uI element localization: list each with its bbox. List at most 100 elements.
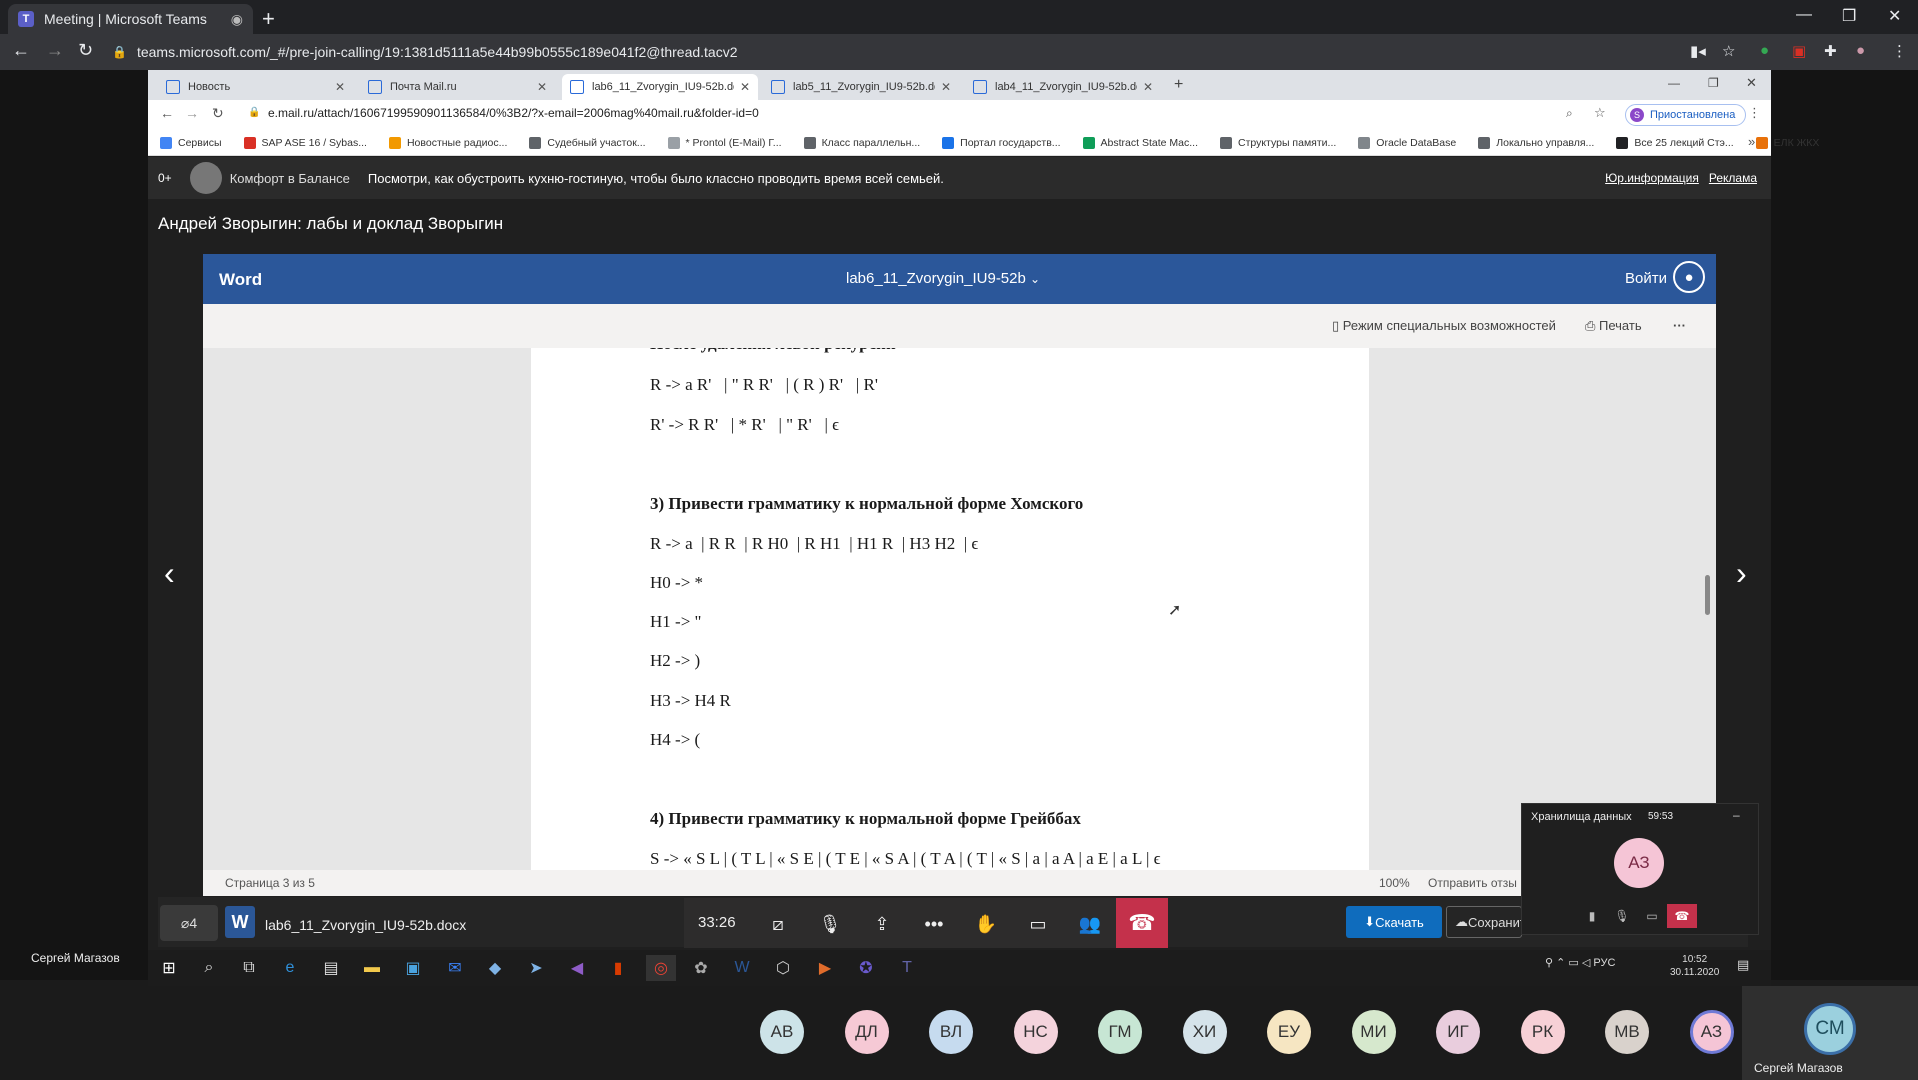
menu-icon[interactable]: ⋮ bbox=[1892, 42, 1907, 60]
app-icon[interactable]: ✿ bbox=[686, 955, 716, 981]
bookmark-item[interactable]: SAP ASE 16 / Sybas... bbox=[243, 136, 367, 149]
close-tab-icon[interactable]: ✕ bbox=[941, 80, 951, 94]
app-icon[interactable]: ⬡ bbox=[768, 955, 798, 981]
app-icon[interactable]: ▶ bbox=[810, 955, 840, 981]
bookmark-item[interactable]: Структуры памяти... bbox=[1219, 136, 1336, 149]
close-tab-icon[interactable]: ◉ bbox=[231, 11, 243, 28]
hang-up-button[interactable]: ☎ bbox=[1116, 898, 1168, 948]
close-window-button[interactable]: ✕ bbox=[1888, 6, 1901, 26]
ad-banner[interactable]: 0+ Комфорт в Балансе Посмотри, как обуст… bbox=[148, 157, 1771, 199]
inner-tab[interactable]: lab5_11_Zvorygin_IU9-52b.docx ✕ bbox=[763, 74, 959, 100]
inner-tab[interactable]: Почта Mail.ru ✕ bbox=[360, 74, 555, 100]
app-icon[interactable]: ✪ bbox=[851, 955, 881, 981]
more-actions-icon[interactable]: ••• bbox=[914, 908, 954, 940]
zoom-icon[interactable]: ⌕ bbox=[1566, 106, 1573, 121]
chat-icon[interactable]: ▭ bbox=[1018, 908, 1058, 940]
document-scrollbar[interactable] bbox=[1705, 575, 1710, 615]
inner-new-tab-button[interactable]: + bbox=[1174, 76, 1183, 94]
accessibility-mode-button[interactable]: ▯ Режим специальных возможностей bbox=[1332, 318, 1556, 334]
attachments-button[interactable]: ⌀ 4 bbox=[160, 905, 218, 941]
app-icon[interactable]: ◆ bbox=[480, 955, 510, 981]
app-icon[interactable]: ▣ bbox=[398, 955, 428, 981]
system-tray[interactable]: ⚲ ⌃ ▭ ◁ РУС bbox=[1545, 956, 1615, 969]
bookmark-item[interactable]: Все 25 лекций Стэ... bbox=[1616, 136, 1734, 149]
sign-in-button[interactable]: Войти bbox=[1625, 270, 1667, 287]
forward-icon[interactable]: → bbox=[46, 40, 64, 61]
new-tab-button[interactable]: + bbox=[262, 6, 275, 32]
office-icon[interactable]: ▮ bbox=[603, 955, 633, 981]
participant-avatar[interactable]: ГМ bbox=[1098, 1010, 1142, 1054]
close-tab-icon[interactable]: ✕ bbox=[1143, 80, 1153, 94]
send-feedback-link[interactable]: Отправить отзы bbox=[1428, 876, 1520, 890]
mini-minimize-button[interactable]: – bbox=[1733, 808, 1740, 822]
store-icon[interactable]: ▤ bbox=[316, 955, 346, 981]
inner-menu-icon[interactable]: ⋮ bbox=[1748, 105, 1761, 121]
bookmark-item[interactable]: Сервисы bbox=[160, 136, 222, 149]
reload-icon[interactable]: ↻ bbox=[78, 40, 93, 61]
mic-icon[interactable]: 🎙 bbox=[1607, 904, 1637, 928]
mic-off-icon[interactable]: 🎙 bbox=[810, 908, 850, 940]
share-screen-icon[interactable]: ▭ bbox=[1637, 904, 1667, 928]
prev-attachment-arrow-icon[interactable]: ‹ bbox=[164, 555, 175, 592]
windows-start-icon[interactable]: ⊞ bbox=[154, 955, 184, 981]
bookmark-item[interactable]: ЕЛК ЖКХ bbox=[1755, 136, 1819, 149]
profile-avatar[interactable]: ● bbox=[1856, 42, 1865, 59]
bookmark-item[interactable]: Портал государств... bbox=[942, 136, 1061, 149]
participant-avatar[interactable]: АВ bbox=[760, 1010, 804, 1054]
inner-restore-button[interactable]: ❐ bbox=[1708, 76, 1719, 90]
camera-icon[interactable]: ▮◂ bbox=[1690, 42, 1706, 60]
inner-star-icon[interactable]: ☆ bbox=[1594, 105, 1606, 121]
restore-window-button[interactable]: ❐ bbox=[1842, 6, 1856, 26]
back-icon[interactable]: ← bbox=[12, 40, 30, 61]
camera-off-icon[interactable]: ▮ bbox=[1577, 904, 1607, 928]
mail-icon[interactable]: ✉ bbox=[440, 955, 470, 981]
search-icon[interactable]: ⌕ bbox=[194, 955, 224, 981]
app-icon[interactable]: ➤ bbox=[521, 955, 551, 981]
more-bookmarks-button[interactable]: » bbox=[1748, 134, 1755, 149]
ad-link[interactable]: Реклама bbox=[1709, 171, 1757, 185]
next-attachment-arrow-icon[interactable]: › bbox=[1736, 555, 1747, 592]
word-icon[interactable]: W bbox=[727, 955, 757, 981]
inner-minimize-button[interactable]: — bbox=[1668, 76, 1680, 90]
profile-paused-badge[interactable]: S Приостановлена bbox=[1625, 104, 1747, 126]
inner-url-text[interactable]: e.mail.ru/attach/16067199590901136584/0%… bbox=[268, 106, 759, 120]
notifications-icon[interactable]: ▤ bbox=[1737, 957, 1749, 973]
participant-avatar[interactable]: НС bbox=[1013, 1010, 1058, 1054]
participant-avatar[interactable]: МВ bbox=[1605, 1010, 1649, 1054]
participant-avatar[interactable]: ДЛ bbox=[844, 1010, 889, 1054]
outer-tab-teams[interactable]: T Meeting | Microsoft Teams ◉ bbox=[8, 4, 253, 34]
participant-avatar[interactable]: МИ bbox=[1351, 1010, 1396, 1054]
raise-hand-icon[interactable]: ✋ bbox=[966, 908, 1006, 940]
task-view-icon[interactable]: ⧉ bbox=[234, 955, 264, 981]
word-file-title[interactable]: lab6_11_Zvorygin_IU9-52b ⌄ bbox=[846, 270, 1040, 287]
grammarly-icon[interactable]: ● bbox=[1760, 42, 1769, 59]
participant-avatar[interactable]: ВЛ bbox=[929, 1010, 973, 1054]
download-button[interactable]: ⬇ Скачать bbox=[1346, 906, 1442, 938]
bookmark-item[interactable]: Локально управля... bbox=[1478, 136, 1594, 149]
close-tab-icon[interactable]: ✕ bbox=[537, 80, 547, 94]
inner-tab[interactable]: Новость ✕ bbox=[158, 74, 353, 100]
pdf-extension-icon[interactable]: ▣ bbox=[1792, 42, 1806, 60]
bookmark-star-icon[interactable]: ☆ bbox=[1722, 42, 1735, 60]
teams-icon[interactable]: T bbox=[892, 955, 922, 981]
participant-avatar[interactable]: ИГ bbox=[1436, 1010, 1480, 1054]
inner-back-icon[interactable]: ← bbox=[160, 105, 174, 121]
bookmark-item[interactable]: * Prontol (E-Mail) Г... bbox=[667, 136, 782, 149]
bookmark-item[interactable]: Судебный участок... bbox=[529, 136, 646, 149]
participant-avatar[interactable]: РК bbox=[1520, 1010, 1565, 1054]
chrome-icon[interactable]: ◎ bbox=[646, 955, 676, 981]
more-options-button[interactable]: ··· bbox=[1673, 318, 1686, 333]
legal-info-link[interactable]: Юр.информация bbox=[1605, 171, 1699, 185]
extensions-icon[interactable]: ✚ bbox=[1824, 42, 1837, 60]
close-tab-icon[interactable]: ✕ bbox=[740, 80, 750, 94]
edge-icon[interactable]: e bbox=[275, 955, 305, 981]
user-icon[interactable]: ● bbox=[1673, 261, 1705, 293]
inner-tab[interactable]: lab4_11_Zvorygin_IU9-52b.docx ✕ bbox=[965, 74, 1161, 100]
hang-up-button[interactable]: ☎ bbox=[1667, 904, 1697, 928]
save-to-cloud-button[interactable]: ☁ Сохранить bbox=[1446, 906, 1522, 938]
inner-close-button[interactable]: ✕ bbox=[1746, 75, 1757, 91]
bookmark-item[interactable]: Oracle DataBase bbox=[1358, 136, 1456, 149]
participant-avatar[interactable]: ХИ bbox=[1182, 1010, 1227, 1054]
system-clock[interactable]: 10:52 30.11.2020 bbox=[1670, 953, 1719, 979]
participant-avatar[interactable]: АЗ bbox=[1689, 1010, 1734, 1054]
